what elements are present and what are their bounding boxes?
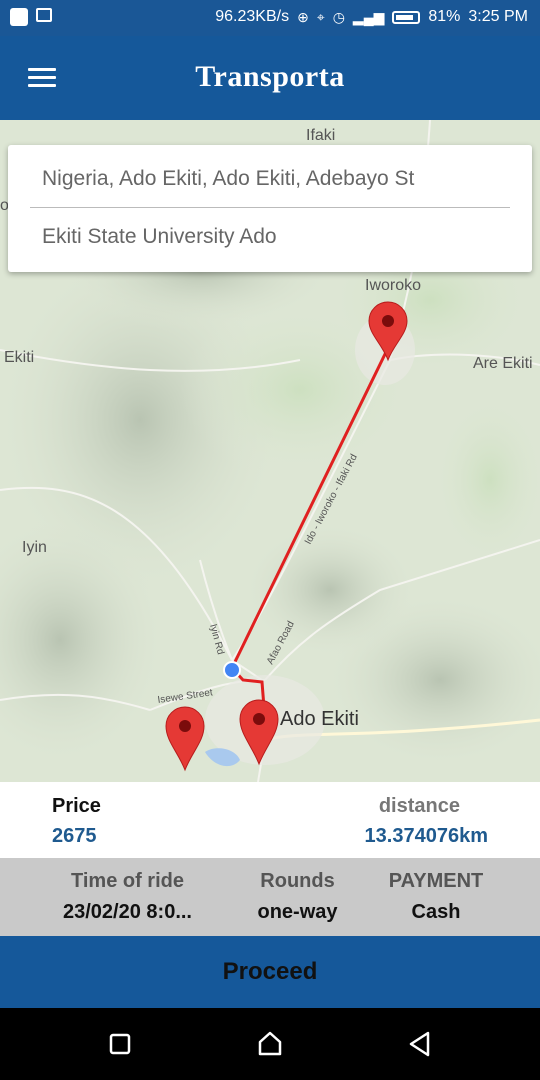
status-bar: 96.23KB/s ⊕ ⌖ ◷ ▂▄▆ 81% 3:25 PM xyxy=(0,0,540,36)
back-icon[interactable] xyxy=(400,1028,440,1060)
current-location-icon xyxy=(223,661,241,679)
rounds-value: one-way xyxy=(257,901,338,923)
network-speed: 96.23KB/s xyxy=(215,8,290,25)
clock: 3:25 PM xyxy=(468,8,528,25)
time-of-ride[interactable]: Time of ride 23/02/20 8:0... xyxy=(50,870,205,924)
system-nav-bar xyxy=(0,1008,540,1080)
app-bar: Transporta xyxy=(0,36,540,120)
recents-icon[interactable] xyxy=(100,1028,140,1060)
destination-field[interactable]: Ekiti State University Ado xyxy=(42,225,277,249)
map-label-are-ekiti: Are Ekiti xyxy=(473,355,533,372)
map-label-ado-ekiti: Ado Ekiti xyxy=(280,708,359,730)
route-card: Nigeria, Ado Ekiti, Ado Ekiti, Adebayo S… xyxy=(8,145,532,272)
price-value: 2675 xyxy=(52,825,97,847)
payment-label: PAYMENT xyxy=(388,870,484,892)
distance-label: distance xyxy=(378,795,460,817)
time-value: 23/02/20 8:0... xyxy=(63,901,192,923)
alarm-icon: ◷ xyxy=(332,8,345,25)
map-label-iyin: Iyin xyxy=(22,539,47,556)
payment[interactable]: PAYMENT Cash xyxy=(380,870,492,924)
home-icon[interactable] xyxy=(250,1028,290,1060)
payment-value: Cash xyxy=(411,901,461,923)
location-icon: ⌖ xyxy=(316,8,325,25)
ride-details: Time of ride 23/02/20 8:0... Rounds one-… xyxy=(0,858,540,936)
divider xyxy=(30,207,510,208)
distance-value: 13.374076km xyxy=(364,825,488,847)
battery-percent: 81% xyxy=(428,8,461,25)
trip-info: Price 2675 distance 13.374076km xyxy=(0,782,540,858)
data-saver-icon: ⊕ xyxy=(297,8,309,25)
rounds[interactable]: Rounds one-way xyxy=(240,870,355,924)
rounds-label: Rounds xyxy=(260,870,335,892)
time-label: Time of ride xyxy=(71,870,184,892)
map-label-iworoko: Iworoko xyxy=(365,277,421,294)
image-icon xyxy=(36,8,52,22)
notification-icon xyxy=(10,8,28,26)
proceed-button[interactable]: Proceed xyxy=(0,936,540,1008)
map-label-ifaki: Ifaki xyxy=(306,127,335,144)
app-title: Transporta xyxy=(195,60,345,93)
pickup-field[interactable]: Nigeria, Ado Ekiti, Ado Ekiti, Adebayo S… xyxy=(42,167,414,191)
battery-icon xyxy=(392,10,421,24)
map-label-ekiti: Ekiti xyxy=(4,349,34,366)
signal-icon: ▂▄▆ xyxy=(352,8,385,25)
price-label: Price xyxy=(52,795,101,817)
